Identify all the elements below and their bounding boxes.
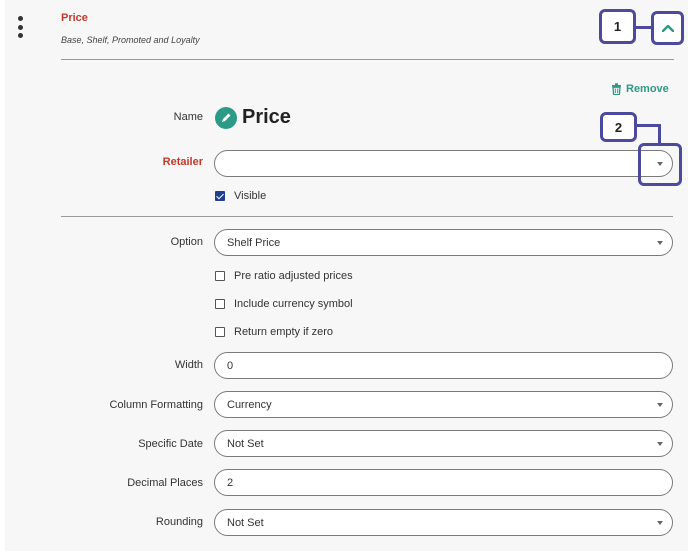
specific-date-value: Not Set bbox=[227, 437, 264, 450]
section-title: Price bbox=[61, 12, 88, 24]
retailer-label: Retailer bbox=[162, 156, 203, 168]
pre-ratio-label: Pre ratio adjusted prices bbox=[234, 270, 353, 282]
pre-ratio-checkbox[interactable] bbox=[215, 271, 225, 281]
retailer-select[interactable] bbox=[214, 150, 673, 177]
column-formatting-label: Column Formatting bbox=[109, 399, 203, 411]
name-value: Price bbox=[215, 106, 291, 129]
chevron-up-icon bbox=[661, 24, 674, 32]
name-text: Price bbox=[242, 106, 291, 128]
currency-symbol-label: Include currency symbol bbox=[234, 298, 353, 310]
callout-1: 1 bbox=[599, 9, 636, 44]
option-label: Option bbox=[170, 236, 203, 248]
decimal-places-input[interactable]: 2 bbox=[214, 469, 673, 496]
decimal-places-label: Decimal Places bbox=[127, 477, 203, 489]
callout-2-connector-v bbox=[658, 124, 661, 145]
visible-label: Visible bbox=[234, 190, 267, 202]
currency-symbol-row[interactable]: Include currency symbol bbox=[215, 298, 353, 310]
rounding-select[interactable]: Not Set bbox=[214, 509, 673, 536]
currency-symbol-checkbox[interactable] bbox=[215, 299, 225, 309]
return-empty-row[interactable]: Return empty if zero bbox=[215, 326, 333, 338]
rounding-label: Rounding bbox=[155, 516, 203, 528]
visible-checkbox[interactable] bbox=[215, 191, 225, 201]
width-input[interactable]: 0 bbox=[214, 352, 673, 379]
remove-label: Remove bbox=[626, 83, 669, 95]
pencil-circle-icon[interactable] bbox=[215, 106, 237, 129]
specific-date-label: Specific Date bbox=[138, 438, 203, 450]
return-empty-label: Return empty if zero bbox=[234, 326, 334, 338]
column-formatting-value: Currency bbox=[227, 398, 272, 411]
caret-down-icon bbox=[657, 442, 663, 446]
caret-down-icon bbox=[657, 241, 663, 245]
callout-1-connector bbox=[636, 26, 652, 29]
trash-icon bbox=[612, 83, 621, 95]
header-divider bbox=[61, 59, 674, 60]
caret-down-icon bbox=[657, 403, 663, 407]
return-empty-checkbox[interactable] bbox=[215, 327, 225, 337]
width-label: Width bbox=[174, 359, 203, 371]
visible-row[interactable]: Visible bbox=[215, 190, 266, 202]
pre-ratio-row[interactable]: Pre ratio adjusted prices bbox=[215, 270, 353, 282]
name-label: Name bbox=[173, 111, 203, 123]
remove-button[interactable]: Remove bbox=[611, 83, 669, 95]
specific-date-select[interactable]: Not Set bbox=[214, 430, 673, 457]
option-select[interactable]: Shelf Price bbox=[214, 229, 673, 256]
caret-down-icon bbox=[657, 521, 663, 525]
column-formatting-select[interactable]: Currency bbox=[214, 391, 673, 418]
callout-2-highlight bbox=[638, 143, 682, 186]
decimal-places-value: 2 bbox=[227, 476, 234, 489]
section-divider bbox=[61, 216, 673, 217]
width-value: 0 bbox=[227, 359, 234, 372]
collapse-button[interactable] bbox=[651, 11, 684, 45]
kebab-menu-icon[interactable] bbox=[16, 16, 24, 38]
option-value: Shelf Price bbox=[227, 236, 281, 249]
section-subtitle: Base, Shelf, Promoted and Loyalty bbox=[61, 35, 200, 45]
callout-2: 2 bbox=[600, 112, 637, 142]
rounding-value: Not Set bbox=[227, 516, 264, 529]
